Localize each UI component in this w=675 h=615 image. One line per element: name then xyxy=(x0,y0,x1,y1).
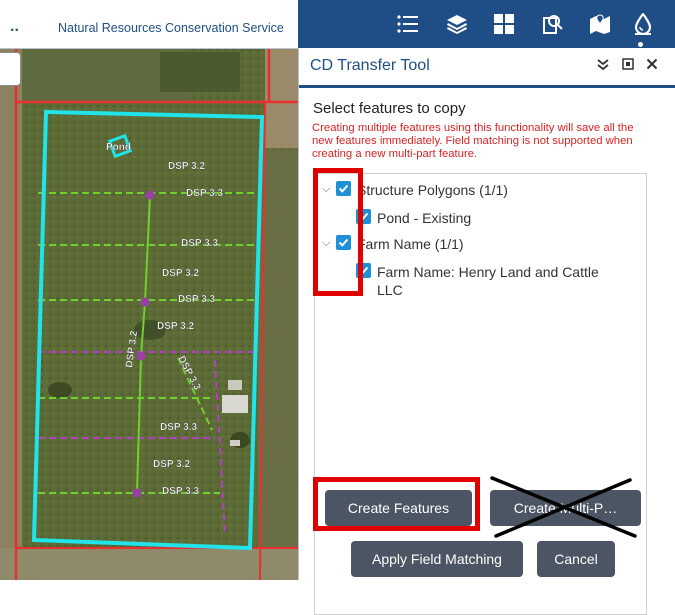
water-drop-icon[interactable] xyxy=(629,10,657,38)
map-control-button[interactable] xyxy=(0,52,21,86)
menu-dots[interactable]: .. xyxy=(10,18,19,36)
map-label: DSP 3.3 xyxy=(160,422,197,433)
select-features-title: Select features to copy xyxy=(313,100,466,117)
map-label: DSP 3.2 xyxy=(168,161,205,172)
panel-header: CD Transfer Tool xyxy=(299,48,675,88)
map-label: DSP 3.3 xyxy=(186,188,223,199)
apply-field-matching-button[interactable]: Apply Field Matching xyxy=(351,541,523,577)
active-indicator xyxy=(638,42,643,47)
maximize-icon[interactable] xyxy=(622,58,634,73)
tree-node-label: Farm Name (1/1) xyxy=(357,236,464,252)
annotation-cross-mark xyxy=(490,476,637,538)
warning-message: Creating multiple features using this fu… xyxy=(312,122,634,160)
close-icon[interactable] xyxy=(646,58,658,73)
map-label: DSP 3.2 xyxy=(153,459,190,470)
aerial-map[interactable]: Pond DSP 3.2 DSP 3.3 DSP 3.3 DSP 3.2 DSP… xyxy=(0,0,298,580)
grid-icon[interactable] xyxy=(490,10,518,38)
map-label: DSP 3.3 xyxy=(178,294,215,305)
app-header: .. Natural Resources Conservation Servic… xyxy=(0,0,298,49)
panel-title: CD Transfer Tool xyxy=(310,57,430,74)
list-icon[interactable] xyxy=(394,10,422,38)
tree-node-label: Structure Polygons (1/1) xyxy=(357,182,508,198)
map-view[interactable]: Pond DSP 3.2 DSP 3.3 DSP 3.3 DSP 3.2 DSP… xyxy=(0,0,298,580)
map-label: DSP 3.3 xyxy=(181,238,218,249)
tree-leaf-label: Pond - Existing xyxy=(377,210,472,226)
tree-leaf-label: Farm Name: Henry Land and Cattle LLC xyxy=(377,264,599,298)
map-label: DSP 3.2 xyxy=(157,321,194,332)
collapse-icon[interactable] xyxy=(597,58,609,73)
organization-name: Natural Resources Conservation Service xyxy=(58,21,284,35)
tree-leaf-pond[interactable]: Pond - Existing xyxy=(356,209,471,227)
map-label: DSP 3.3 xyxy=(162,486,199,497)
search-document-icon[interactable] xyxy=(538,10,566,38)
layers-icon[interactable] xyxy=(443,10,471,38)
map-pin-icon[interactable] xyxy=(586,10,614,38)
map-label: DSP 3.2 xyxy=(162,268,199,279)
tree-leaf-farm-name[interactable]: Farm Name: Henry Land and Cattle LLC xyxy=(356,263,611,299)
annotation-highlight-create-button xyxy=(313,477,480,531)
annotation-highlight-checkboxes xyxy=(313,168,363,296)
map-label: Pond xyxy=(106,142,131,153)
cancel-button[interactable]: Cancel xyxy=(537,541,615,577)
widget-toolbar xyxy=(298,0,675,48)
